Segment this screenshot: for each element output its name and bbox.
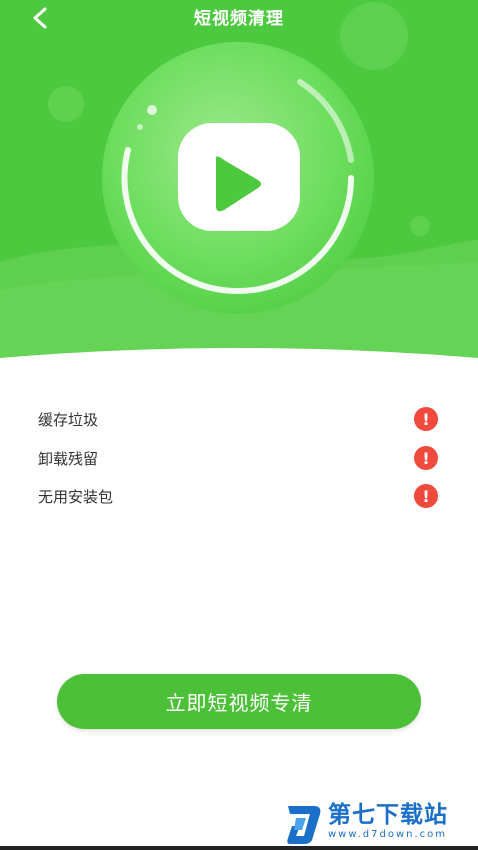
hero-illustration — [0, 2, 478, 370]
issue-label: 无用安装包 — [38, 487, 114, 506]
bottom-divider — [0, 846, 478, 850]
hero-banner: 短视频清理 — [0, 0, 478, 370]
watermark-logo: 第七下载站 www.d7down.com — [284, 800, 478, 848]
page-title: 短视频清理 — [194, 9, 284, 29]
warning-icon: ! — [414, 484, 438, 508]
clean-now-button[interactable]: 立即短视频专清 — [57, 674, 421, 729]
issue-label: 卸载残留 — [38, 449, 99, 468]
watermark-name: 第七下载站 — [328, 802, 448, 828]
warning-icon: ! — [414, 407, 438, 431]
list-item: 卸载残留 ! — [0, 439, 478, 477]
issue-label: 缓存垃圾 — [38, 410, 99, 429]
list-item: 无用安装包 ! — [0, 477, 478, 515]
list-item: 缓存垃圾 ! — [0, 400, 478, 438]
warning-icon: ! — [414, 446, 438, 470]
watermark-text: 第七下载站 www.d7down.com — [328, 802, 448, 842]
d7down-logo-icon — [287, 806, 321, 844]
watermark-url: www.d7down.com — [328, 829, 448, 840]
